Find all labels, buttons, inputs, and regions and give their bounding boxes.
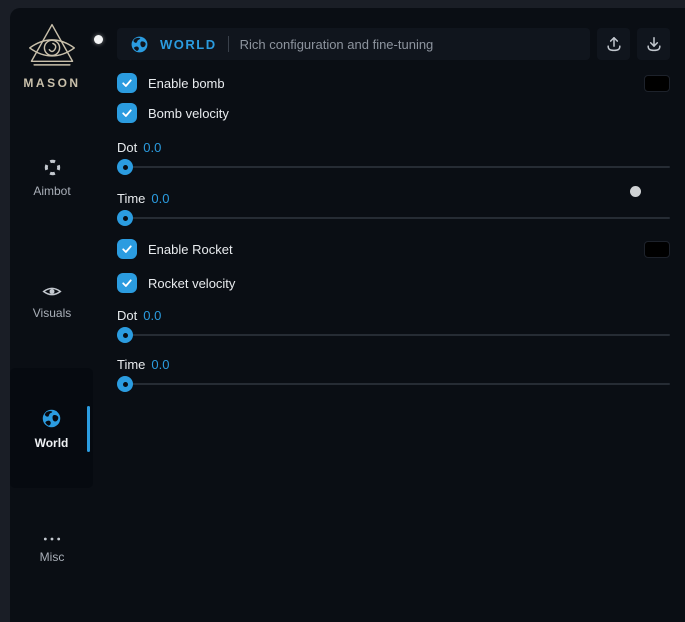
active-tab-indicator	[87, 406, 90, 452]
slider-handle[interactable]	[117, 376, 133, 392]
checkbox-label: Bomb velocity	[148, 106, 229, 121]
slider-name: Time	[117, 191, 145, 206]
enable-bomb-row: Enable bomb	[117, 73, 670, 93]
bomb-dot-slider-group: Dot 0.0	[117, 140, 670, 175]
rocket-dot-slider[interactable]	[117, 327, 670, 343]
rocket-time-slider-group: Time 0.0	[117, 357, 670, 392]
sidebar-item-aimbot[interactable]: Aimbot	[10, 158, 94, 198]
sidebar-item-label: Misc	[10, 550, 94, 564]
enable-rocket-checkbox[interactable]	[117, 239, 137, 259]
slider-label: Dot 0.0	[117, 308, 670, 323]
sidebar: MASON Aimbot Visuals	[10, 8, 102, 622]
slider-name: Dot	[117, 140, 137, 155]
slider-label: Dot 0.0	[117, 140, 670, 155]
bomb-velocity-checkbox[interactable]	[117, 103, 137, 123]
rocket-velocity-row: Rocket velocity	[117, 273, 670, 293]
bomb-color-swatch[interactable]	[644, 75, 670, 92]
eye-icon	[10, 284, 94, 299]
header-divider	[228, 36, 229, 52]
sidebar-item-visuals[interactable]: Visuals	[10, 284, 94, 320]
slider-value: 0.0	[143, 308, 161, 323]
sidebar-item-world[interactable]: World	[10, 368, 93, 488]
sidebar-item-misc[interactable]: Misc	[10, 535, 94, 564]
slider-label: Time 0.0	[117, 191, 670, 206]
sidebar-item-label: Aimbot	[10, 184, 94, 198]
rocket-dot-slider-group: Dot 0.0	[117, 308, 670, 343]
slider-value: 0.0	[151, 357, 169, 372]
enable-rocket-row: Enable Rocket	[117, 239, 670, 259]
sidebar-item-label: World	[10, 436, 93, 450]
current-tab-title: WORLD	[160, 37, 217, 52]
bomb-velocity-row: Bomb velocity	[117, 103, 670, 123]
rocket-time-slider[interactable]	[117, 376, 670, 392]
slider-handle[interactable]	[117, 210, 133, 226]
checkbox-label: Enable bomb	[148, 76, 225, 91]
globe-icon	[130, 35, 149, 54]
upload-config-button[interactable]	[597, 28, 630, 60]
slider-name: Time	[117, 357, 145, 372]
app-window: MASON Aimbot Visuals	[10, 8, 685, 622]
slider-label: Time 0.0	[117, 357, 670, 372]
bomb-time-slider[interactable]	[117, 210, 670, 226]
slider-track[interactable]	[119, 383, 670, 385]
header-bar: WORLD Rich configuration and fine-tuning	[117, 28, 590, 60]
slider-track[interactable]	[119, 217, 670, 219]
slider-handle[interactable]	[117, 159, 133, 175]
app-title: MASON	[10, 76, 94, 90]
sidebar-item-label: Visuals	[10, 306, 94, 320]
bomb-dot-slider[interactable]	[117, 159, 670, 175]
slider-name: Dot	[117, 308, 137, 323]
slider-value: 0.0	[143, 140, 161, 155]
mason-eye-logo-icon	[10, 22, 94, 72]
globe-icon	[10, 408, 93, 429]
bomb-time-slider-group: Time 0.0	[117, 191, 670, 226]
enable-bomb-checkbox[interactable]	[117, 73, 137, 93]
app-logo: MASON	[10, 22, 94, 90]
crosshair-icon	[10, 158, 94, 177]
ellipsis-icon	[10, 535, 94, 543]
rocket-color-swatch[interactable]	[644, 241, 670, 258]
slider-track[interactable]	[119, 166, 670, 168]
header-subtitle: Rich configuration and fine-tuning	[240, 37, 434, 52]
slider-handle[interactable]	[117, 327, 133, 343]
indicator-dot	[94, 35, 103, 44]
checkbox-label: Rocket velocity	[148, 276, 235, 291]
checkbox-label: Enable Rocket	[148, 242, 233, 257]
page-header: WORLD Rich configuration and fine-tuning	[117, 28, 670, 60]
rocket-velocity-checkbox[interactable]	[117, 273, 137, 293]
slider-value: 0.0	[151, 191, 169, 206]
main-content: WORLD Rich configuration and fine-tuning	[102, 8, 685, 622]
download-config-button[interactable]	[637, 28, 670, 60]
cursor-dot	[630, 186, 641, 197]
slider-track[interactable]	[119, 334, 670, 336]
